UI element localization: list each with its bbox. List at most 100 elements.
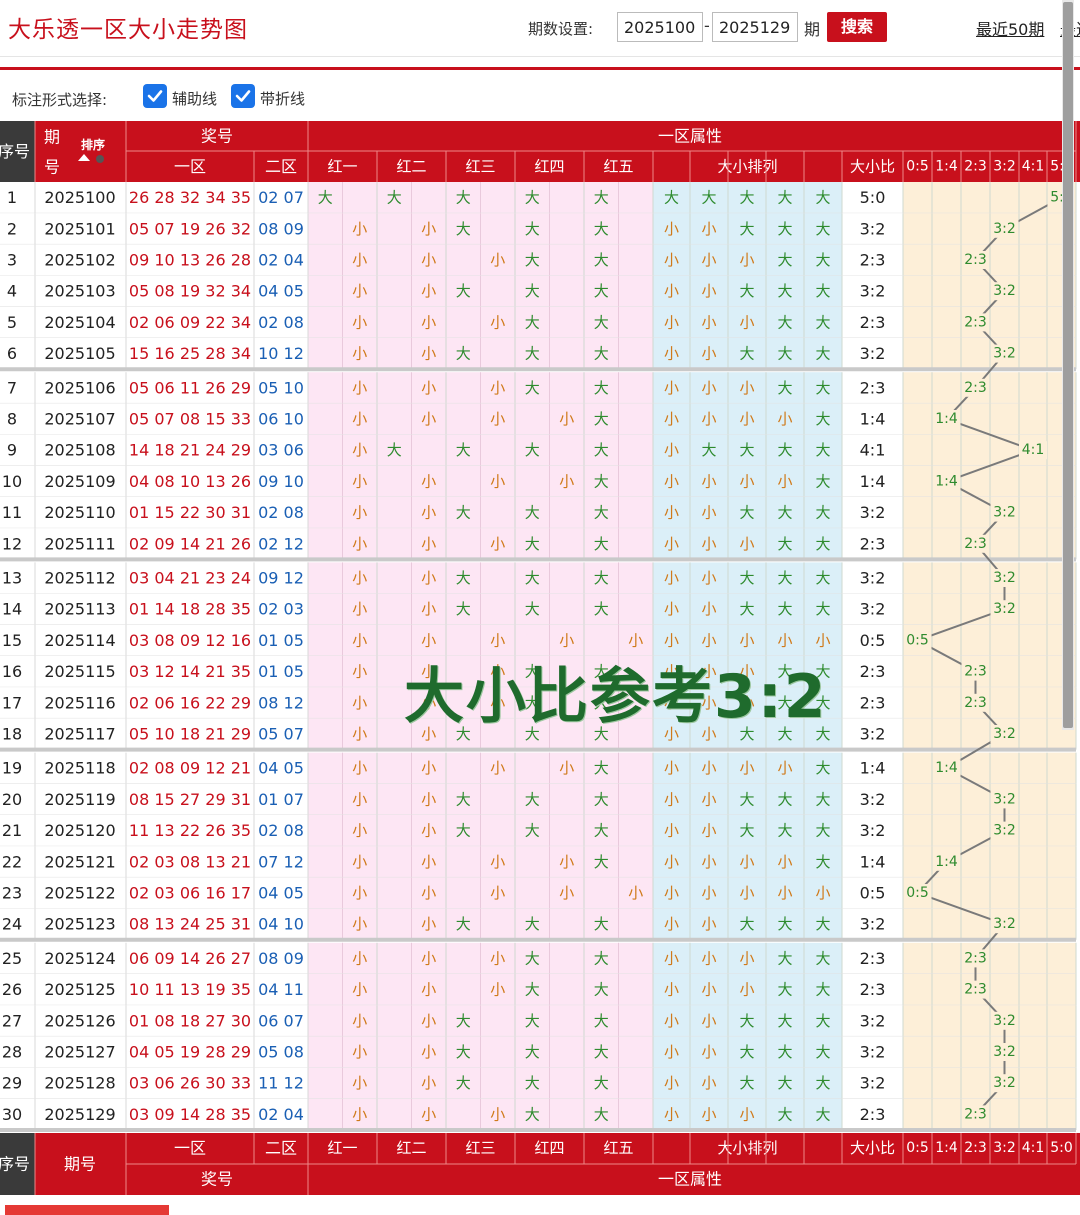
period-number: 2025115 xyxy=(44,662,115,681)
seq-number: 20 xyxy=(2,790,22,809)
period-number: 2025120 xyxy=(44,821,115,840)
ratio-col-footer: 1:4 xyxy=(935,1140,958,1156)
ratio-trend-mark: 3:2 xyxy=(993,916,1016,932)
size-order-mark: 大 xyxy=(739,1043,754,1061)
size-order-mark: 大 xyxy=(815,1105,830,1123)
period-to-input[interactable] xyxy=(712,12,798,42)
size-order-mark: 大 xyxy=(777,313,792,331)
size-order-mark: 小 xyxy=(701,472,716,490)
ratio-trend-mark: 1:4 xyxy=(935,411,958,427)
red-size-mark: 小 xyxy=(628,884,643,902)
size-order-mark: 大 xyxy=(739,822,754,840)
size-order-mark: 小 xyxy=(739,853,754,871)
red-size-mark: 大 xyxy=(525,949,540,967)
size-order-mark: 小 xyxy=(739,981,754,999)
front-numbers: 09 10 13 26 28 xyxy=(129,251,251,270)
size-order-mark: 大 xyxy=(815,790,830,808)
red-size-mark: 小 xyxy=(490,884,505,902)
footer-red-bar xyxy=(5,1205,169,1215)
ratio-value: 2:3 xyxy=(860,251,886,270)
size-order-mark: 大 xyxy=(777,915,792,933)
seq-number: 13 xyxy=(2,569,22,588)
seq-cell xyxy=(0,434,35,466)
size-order-mark: 小 xyxy=(701,220,716,238)
ratio-trend-mark: 2:3 xyxy=(964,664,987,680)
seq-number: 8 xyxy=(7,410,17,429)
red-size-mark: 大 xyxy=(525,189,540,207)
red-size-mark: 大 xyxy=(318,189,333,207)
header-divider xyxy=(0,67,1080,70)
red-size-mark: 小 xyxy=(352,504,367,522)
polyline-checkbox[interactable] xyxy=(231,84,255,108)
size-order-mark: 小 xyxy=(664,600,679,618)
size-order-mark: 大 xyxy=(815,822,830,840)
red-size-mark: 小 xyxy=(352,790,367,808)
recent-50-link[interactable]: 最近50期 xyxy=(976,16,1044,40)
period-number: 2025110 xyxy=(44,503,115,522)
ratio-trend-mark: 2:3 xyxy=(964,252,987,268)
size-order-mark: 小 xyxy=(777,631,792,649)
scrollbar-thumb[interactable] xyxy=(1063,2,1073,728)
period-number: 2025128 xyxy=(44,1074,115,1093)
front-numbers: 03 12 14 21 35 xyxy=(129,662,251,681)
period-number: 2025106 xyxy=(44,378,115,397)
sort-down-icon xyxy=(96,155,104,163)
size-order-mark: 大 xyxy=(815,379,830,397)
size-order-mark: 小 xyxy=(739,410,754,428)
front-numbers: 26 28 32 34 35 xyxy=(129,188,251,207)
seq-number: 23 xyxy=(2,884,22,903)
red-col-header: 红四 xyxy=(534,158,564,176)
size-order-mark: 小 xyxy=(664,220,679,238)
seq-number: 9 xyxy=(7,441,17,460)
front-numbers: 03 09 14 28 35 xyxy=(129,1105,251,1124)
front-numbers: 01 14 18 28 35 xyxy=(129,600,251,619)
ratio-col-header: 3:2 xyxy=(993,159,1016,175)
search-button[interactable]: 搜索 xyxy=(827,12,887,42)
size-order-mark: 小 xyxy=(739,251,754,269)
back-numbers: 01 05 xyxy=(258,631,304,650)
seq-number: 2 xyxy=(7,219,17,238)
ratio-trend-mark: 3:2 xyxy=(993,346,1016,362)
ratio-value: 2:3 xyxy=(860,378,886,397)
seq-cell xyxy=(0,372,35,404)
sort-label: 排序 xyxy=(81,137,105,152)
red-size-mark: 大 xyxy=(594,472,609,490)
size-order-mark: 大 xyxy=(777,1074,792,1092)
period-from-input[interactable] xyxy=(617,12,703,42)
back-numbers: 02 08 xyxy=(258,503,304,522)
red-size-mark: 小 xyxy=(559,410,574,428)
red-size-mark: 小 xyxy=(421,1043,436,1061)
red-size-mark: 小 xyxy=(559,759,574,777)
size-order-mark: 大 xyxy=(777,822,792,840)
red-size-mark: 小 xyxy=(490,1105,505,1123)
red-size-mark: 小 xyxy=(628,631,643,649)
ratio-trend-mark: 2:3 xyxy=(964,982,987,998)
ratio-trend-mark: 3:2 xyxy=(993,823,1016,839)
period-number: 2025118 xyxy=(44,759,115,778)
seq-number: 30 xyxy=(2,1105,22,1124)
seq-number: 11 xyxy=(2,503,22,522)
red-size-mark: 小 xyxy=(490,410,505,428)
red-size-mark: 大 xyxy=(387,441,402,459)
size-order-mark: 大 xyxy=(739,790,754,808)
period-number: 2025122 xyxy=(44,884,115,903)
size-order-mark: 大 xyxy=(777,441,792,459)
period-number: 2025125 xyxy=(44,980,115,999)
period-number: 2025112 xyxy=(44,569,115,588)
red-size-mark: 小 xyxy=(421,790,436,808)
size-order-mark: 大 xyxy=(739,220,754,238)
front-numbers: 05 07 19 26 32 xyxy=(129,219,251,238)
red-size-mark: 小 xyxy=(490,853,505,871)
front-numbers: 05 06 11 26 29 xyxy=(129,378,251,397)
red-size-mark: 小 xyxy=(352,410,367,428)
red-size-mark: 小 xyxy=(421,631,436,649)
size-order-mark: 小 xyxy=(777,410,792,428)
size-order-mark: 大 xyxy=(739,282,754,300)
red-size-mark: 小 xyxy=(490,251,505,269)
seq-cell xyxy=(0,182,35,214)
size-order-mark: 大 xyxy=(701,441,716,459)
ratio-value: 1:4 xyxy=(860,759,886,778)
ratio-trend-mark: 3:2 xyxy=(993,791,1016,807)
aux-line-checkbox[interactable] xyxy=(143,84,167,108)
red-size-mark: 小 xyxy=(490,472,505,490)
